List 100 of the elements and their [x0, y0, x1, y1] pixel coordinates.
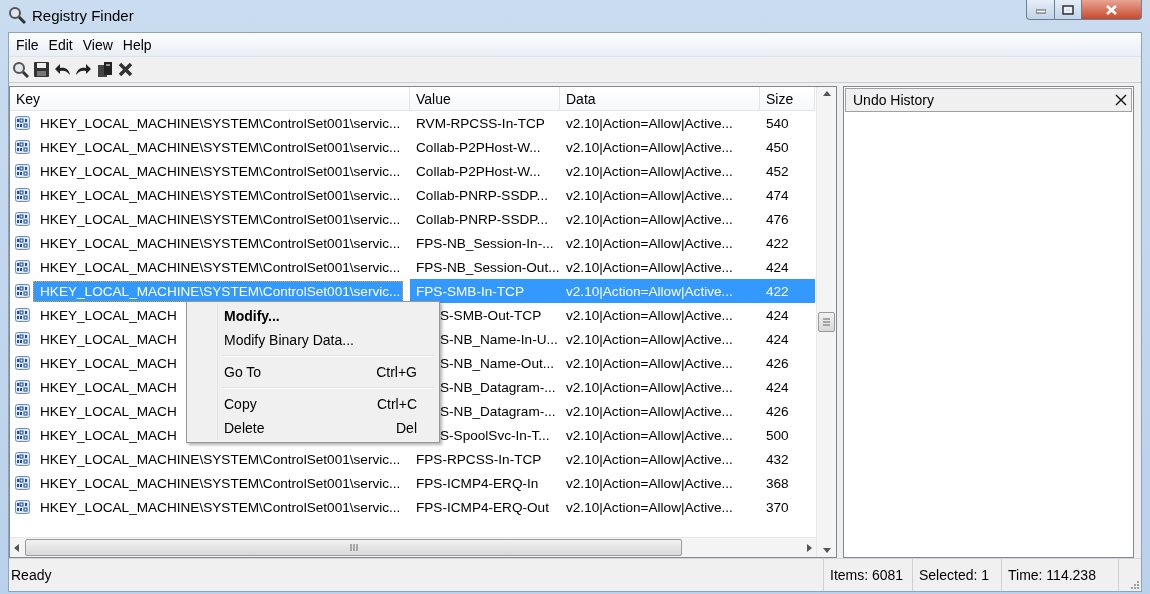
- save-icon: [33, 61, 50, 78]
- value-cell-text: S-NB_Name-In-U...: [439, 331, 559, 347]
- scroll-down-icon: [822, 548, 831, 553]
- size-cell-text: 424: [765, 307, 790, 323]
- registry-value-icon: [15, 164, 30, 178]
- value-cell-text: FPS-ICMP4-ERQ-Out: [415, 499, 550, 515]
- size-cell-text: 424: [765, 259, 790, 275]
- key-cell[interactable]: HKEY_LOCAL_MACH: [33, 400, 180, 422]
- data-cell-text: v2.10|Action=Allow|Active...: [565, 259, 734, 275]
- column-header[interactable]: Data: [560, 87, 760, 111]
- scroll-left-icon: [14, 543, 19, 552]
- key-cell[interactable]: HKEY_LOCAL_MACHINE\SYSTEM\ControlSet001\servic...: [33, 136, 404, 158]
- key-cell[interactable]: HKEY_LOCAL_MACHINE\SYSTEM\ControlSet001\servic...: [33, 112, 404, 134]
- menu-item[interactable]: Go To Ctrl+G: [189, 360, 437, 384]
- value-cell-text: FPS-NB_Session-In-...: [415, 235, 555, 251]
- search-icon: [12, 61, 29, 78]
- menu-item[interactable]: Edit: [43, 34, 78, 55]
- registry-value-icon: [15, 404, 30, 418]
- size-cell-text: 422: [765, 235, 790, 251]
- maximize-button[interactable]: [1055, 0, 1082, 20]
- key-cell[interactable]: HKEY_LOCAL_MACHINE\SYSTEM\ControlSet001\servic...: [33, 448, 404, 470]
- value-cell: FPS-SMB-In-TCP: [410, 279, 560, 303]
- registry-value-icon: [15, 116, 30, 130]
- key-cell[interactable]: HKEY_LOCAL_MACHINE\SYSTEM\ControlSet001\servic...: [33, 208, 404, 230]
- menu-item[interactable]: Copy Ctrl+C: [189, 392, 437, 416]
- registry-value-icon: [15, 308, 30, 322]
- size-cell-text: 424: [765, 379, 790, 395]
- data-cell-text: v2.10|Action=Allow|Active...: [565, 355, 734, 371]
- key-cell[interactable]: HKEY_LOCAL_MACH: [33, 376, 180, 398]
- key-cell[interactable]: HKEY_LOCAL_MACHINE\SYSTEM\ControlSet001\servic...: [33, 160, 404, 182]
- data-cell-text: v2.10|Action=Allow|Active...: [565, 307, 734, 323]
- delete-button[interactable]: [116, 60, 135, 79]
- menu-item[interactable]: Delete Del: [189, 416, 437, 440]
- registry-value-icon: [15, 284, 30, 298]
- data-cell-text: v2.10|Action=Allow|Active...: [565, 211, 734, 227]
- key-cell[interactable]: HKEY_LOCAL_MACHINE\SYSTEM\ControlSet001\servic...: [33, 184, 404, 206]
- size-cell-text: 476: [765, 211, 790, 227]
- size-cell-text: 426: [765, 355, 790, 371]
- elapsed-time: Time: 114.238: [1001, 559, 1118, 591]
- data-cell-text: v2.10|Action=Allow|Active...: [565, 235, 734, 251]
- redo-icon: [75, 61, 92, 78]
- close-icon: [1105, 3, 1118, 16]
- column-header[interactable]: Size: [760, 87, 815, 111]
- key-cell[interactable]: HKEY_LOCAL_MACH: [33, 352, 180, 374]
- registry-value-icon: [15, 380, 30, 394]
- menu-item[interactable]: Help: [117, 34, 157, 55]
- registry-value-icon: [15, 140, 30, 154]
- size-cell-text: 426: [765, 403, 790, 419]
- window-title: Registry Finder: [32, 6, 134, 24]
- size-cell-text: 424: [765, 331, 790, 347]
- registry-value-icon: [15, 356, 30, 370]
- key-cell[interactable]: HKEY_LOCAL_MACH: [33, 304, 180, 326]
- registry-value-icon: [15, 188, 30, 202]
- size-cell-text: 474: [765, 187, 790, 203]
- clipboard-button[interactable]: [95, 60, 114, 79]
- size-cell-text: 368: [765, 475, 790, 491]
- value-cell-text: Collab-PNRP-SSDP...: [415, 211, 549, 227]
- size-cell-text: 432: [765, 451, 790, 467]
- key-cell[interactable]: HKEY_LOCAL_MACHINE\SYSTEM\ControlSet001\servic...: [33, 256, 404, 278]
- menu-item[interactable]: Modify Binary Data...: [189, 328, 437, 352]
- maximize-icon: [1062, 4, 1074, 15]
- size-cell-text: 452: [765, 163, 790, 179]
- scroll-up-icon: [822, 91, 831, 96]
- size-cell-text: 540: [765, 115, 790, 131]
- value-cell-text: FPS-NB_Session-Out...: [415, 259, 560, 275]
- key-cell[interactable]: HKEY_LOCAL_MACHINE\SYSTEM\ControlSet001\servic...: [33, 472, 404, 494]
- data-cell-text: v2.10|Action=Allow|Active...: [565, 451, 734, 467]
- column-header[interactable]: Key: [10, 87, 410, 111]
- registry-value-icon: [15, 236, 30, 250]
- grip-icon: [349, 544, 358, 551]
- registry-value-icon: [15, 476, 30, 490]
- data-cell-text: v2.10|Action=Allow|Active...: [565, 427, 734, 443]
- key-cell[interactable]: HKEY_LOCAL_MACHINE\SYSTEM\ControlSet001\servic...: [33, 496, 404, 518]
- key-cell[interactable]: HKEY_LOCAL_MACH: [33, 328, 180, 350]
- search-icon: [8, 6, 26, 24]
- menu-item[interactable]: View: [77, 34, 118, 55]
- data-cell-text: v2.10|Action=Allow|Active...: [565, 331, 734, 347]
- delete-icon: [117, 61, 134, 78]
- value-cell-text: S-SMB-Out-TCP: [439, 307, 543, 323]
- size-cell-text: 450: [765, 139, 790, 155]
- selected-count: Selected: 1: [912, 559, 1001, 591]
- menu-item[interactable]: File: [11, 34, 44, 55]
- value-cell-text: FPS-RPCSS-In-TCP: [415, 451, 543, 467]
- value-cell-text: S-NB_Name-Out...: [439, 355, 556, 371]
- resize-grip-icon: [1129, 579, 1141, 591]
- key-cell[interactable]: HKEY_LOCAL_MACH: [33, 424, 180, 446]
- registry-value-icon: [15, 428, 30, 442]
- registry-value-icon: [15, 500, 30, 514]
- data-cell-text: v2.10|Action=Allow|Active...: [565, 499, 734, 515]
- minimize-button[interactable]: [1026, 0, 1055, 20]
- registry-value-icon: [15, 452, 30, 466]
- data-cell-text: v2.10|Action=Allow|Active...: [565, 379, 734, 395]
- size-cell-text: 370: [765, 499, 790, 515]
- search-button[interactable]: [11, 60, 30, 79]
- column-header[interactable]: Value: [410, 87, 560, 111]
- save-button[interactable]: [32, 60, 51, 79]
- key-cell[interactable]: HKEY_LOCAL_MACHINE\SYSTEM\ControlSet001\servic...: [33, 232, 404, 254]
- item-count: Items: 6081: [823, 559, 912, 591]
- menu-item[interactable]: Modify...: [189, 304, 437, 328]
- clipboard-icon: [96, 61, 113, 78]
